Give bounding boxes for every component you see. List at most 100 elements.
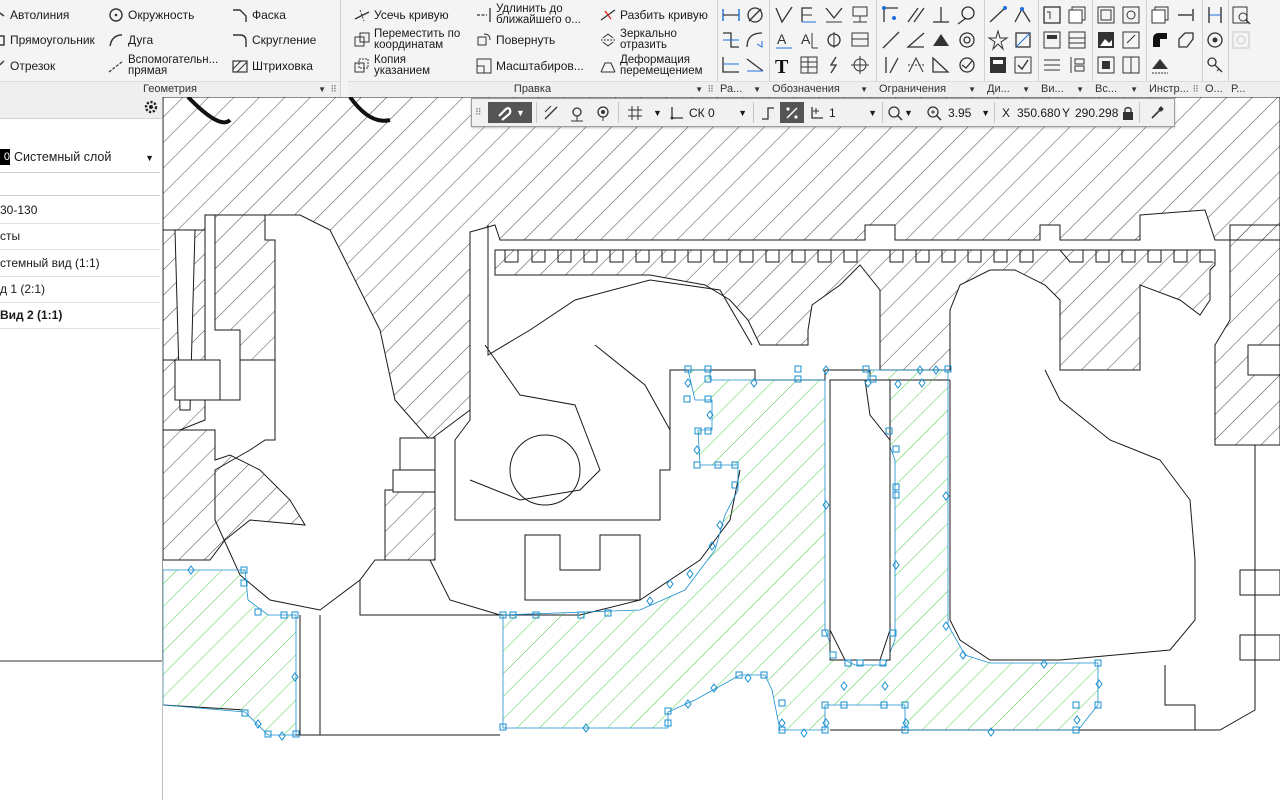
eyedropper-button[interactable] [1147,102,1167,123]
chevron-down-icon[interactable]: ▼ [1076,82,1084,97]
chevron-down-icon[interactable]: ▼ [860,82,868,97]
fix-point-button[interactable] [880,4,902,26]
ribbon-group-vs-title[interactable]: Вс... ▼ [1092,81,1146,97]
dimension-arc-button[interactable] [744,29,766,51]
dimension-linear-button[interactable] [720,4,742,26]
ribbon-group-geometry-title[interactable]: Геометрия ▼ ⠿ [0,81,340,97]
parallel-button[interactable] [905,4,927,26]
x-coordinate-field[interactable]: 350.680 [1017,102,1060,123]
view-local-button[interactable] [1041,29,1063,51]
zoom-field[interactable]: 3.95 ▼ [926,102,990,123]
view-snap-button[interactable] [592,102,614,123]
param-link-button[interactable] [1012,4,1034,26]
view-split-button[interactable] [1066,54,1088,76]
tolerance-button[interactable] [823,4,845,26]
tool-line-button[interactable] [1175,4,1197,26]
panel-search-field[interactable] [0,172,160,196]
equal-length-button[interactable] [930,29,952,51]
rectangle-button[interactable]: Прямоугольник [0,28,95,52]
zoom-mode-button[interactable]: ▼ [886,102,920,123]
tool-copy-button[interactable] [1149,4,1171,26]
insert-object-button[interactable] [1095,54,1117,76]
ribbon-group-di-title[interactable]: Ди... ▼ [984,81,1038,97]
param-mode-button[interactable] [987,4,1009,26]
grid-dropdown[interactable]: ▼ [653,102,662,123]
options-key-button[interactable] [1204,54,1226,76]
coordinate-lock-button[interactable] [1121,102,1135,123]
tree-item-view-1[interactable]: д 1 (2:1) [0,277,160,303]
text-underline-button[interactable]: A [773,29,795,51]
options-vertical-button[interactable] [1204,4,1226,26]
chevron-down-icon[interactable]: ▼ [695,82,703,97]
cursor-snap-button[interactable] [566,102,588,123]
mirror-button[interactable]: Зеркально отразить [600,28,677,52]
table-button[interactable] [798,54,820,76]
arc-button[interactable]: Дуга [108,28,153,52]
roughness-button[interactable] [773,4,795,26]
drawing-svg[interactable] [163,97,1280,798]
insert-table-button[interactable] [1120,54,1142,76]
chevron-down-icon[interactable]: ▼ [981,108,990,118]
tool-measure-button[interactable] [1149,29,1171,51]
circle-button[interactable]: Окружность [108,3,194,27]
local-cs-button[interactable] [758,102,778,123]
ribbon-group-edit-title[interactable]: Правка ▼ ⠿ [348,81,717,97]
grid-button[interactable] [624,102,646,123]
text-leader-button[interactable]: A [798,29,820,51]
chamfer-button[interactable]: Фаска [232,3,286,27]
insert-link-button[interactable] [1120,29,1142,51]
tree-item-view-2[interactable]: Вид 2 (1:1) [0,303,160,329]
split-curve-button[interactable]: Разбить кривую [600,3,708,27]
dimension-radial-button[interactable] [744,4,766,26]
chevron-down-icon[interactable]: ▼ [904,108,913,118]
text-button[interactable]: T [773,54,795,78]
hatch-button[interactable]: Штриховка [232,54,313,78]
center-mark-button[interactable] [849,54,871,76]
tool-hatch-button[interactable] [1149,54,1171,76]
new-view-button[interactable] [1041,4,1063,26]
magnet-snap-button[interactable]: ▼ [488,102,532,123]
deform-button[interactable]: Деформация перемещением [600,54,703,78]
triangle-constraint-button[interactable] [930,54,952,76]
ribbon-group-ra-title[interactable]: Ра... ▼ [717,81,769,97]
trim-curve-button[interactable]: Усечь кривую [354,3,449,27]
fillet-button[interactable]: Скругление [232,28,316,52]
tangent-button[interactable] [956,4,978,26]
chevron-down-icon[interactable]: ▼ [1022,82,1030,97]
ribbon-group-r-title[interactable]: Р... [1228,81,1280,97]
view-section-button[interactable] [1066,29,1088,51]
step-select[interactable]: 1 ▼ [809,102,877,123]
y-coordinate-field[interactable]: 290.298 [1075,102,1118,123]
chevron-down-icon[interactable]: ▼ [753,82,761,97]
move-coordinates-button[interactable]: Переместить по координатам [354,28,460,52]
chevron-down-icon[interactable]: ▼ [1130,82,1138,97]
report-preview-button[interactable] [1230,4,1252,26]
layer-select[interactable]: 0 Системный слой ▼ [0,147,160,167]
insert-fragment-button[interactable] [1095,4,1117,26]
round-coordinates-button[interactable] [780,102,804,123]
dimension-chain-button[interactable] [744,54,766,76]
table-symbol-button[interactable] [849,29,871,51]
ribbon-group-designations-title[interactable]: Обозначения ▼ [769,81,876,97]
chevron-down-icon[interactable]: ▼ [318,82,326,97]
dimension-angle-button[interactable] [720,54,742,76]
copy-button[interactable]: Копия указанием [354,54,430,78]
angle-constraint-button[interactable] [905,29,927,51]
ribbon-group-tools-title[interactable]: Инстр... ⠿ [1146,81,1202,97]
param-star-button[interactable] [987,29,1009,51]
auxiliary-line-button[interactable]: Вспомогательн... прямая [108,54,218,78]
dimension-height-button[interactable] [720,29,742,51]
segment-button[interactable]: Отрезок [0,54,55,78]
collinear-button[interactable] [880,29,902,51]
insert-image-button[interactable] [1095,29,1117,51]
perpendicular-button[interactable] [930,4,952,26]
tree-item-document[interactable]: 30-130 [0,198,160,224]
base-mark-button[interactable] [798,4,820,26]
insert-view-button[interactable] [1120,4,1142,26]
grip-icon[interactable]: ⠿ [475,102,485,123]
param-frame-button[interactable] [1012,29,1034,51]
chevron-down-icon[interactable]: ▼ [868,108,877,118]
grip-icon[interactable]: ⠿ [1192,82,1199,97]
param-table-button[interactable] [987,54,1009,76]
ribbon-group-vi-title[interactable]: Ви... ▼ [1038,81,1092,97]
